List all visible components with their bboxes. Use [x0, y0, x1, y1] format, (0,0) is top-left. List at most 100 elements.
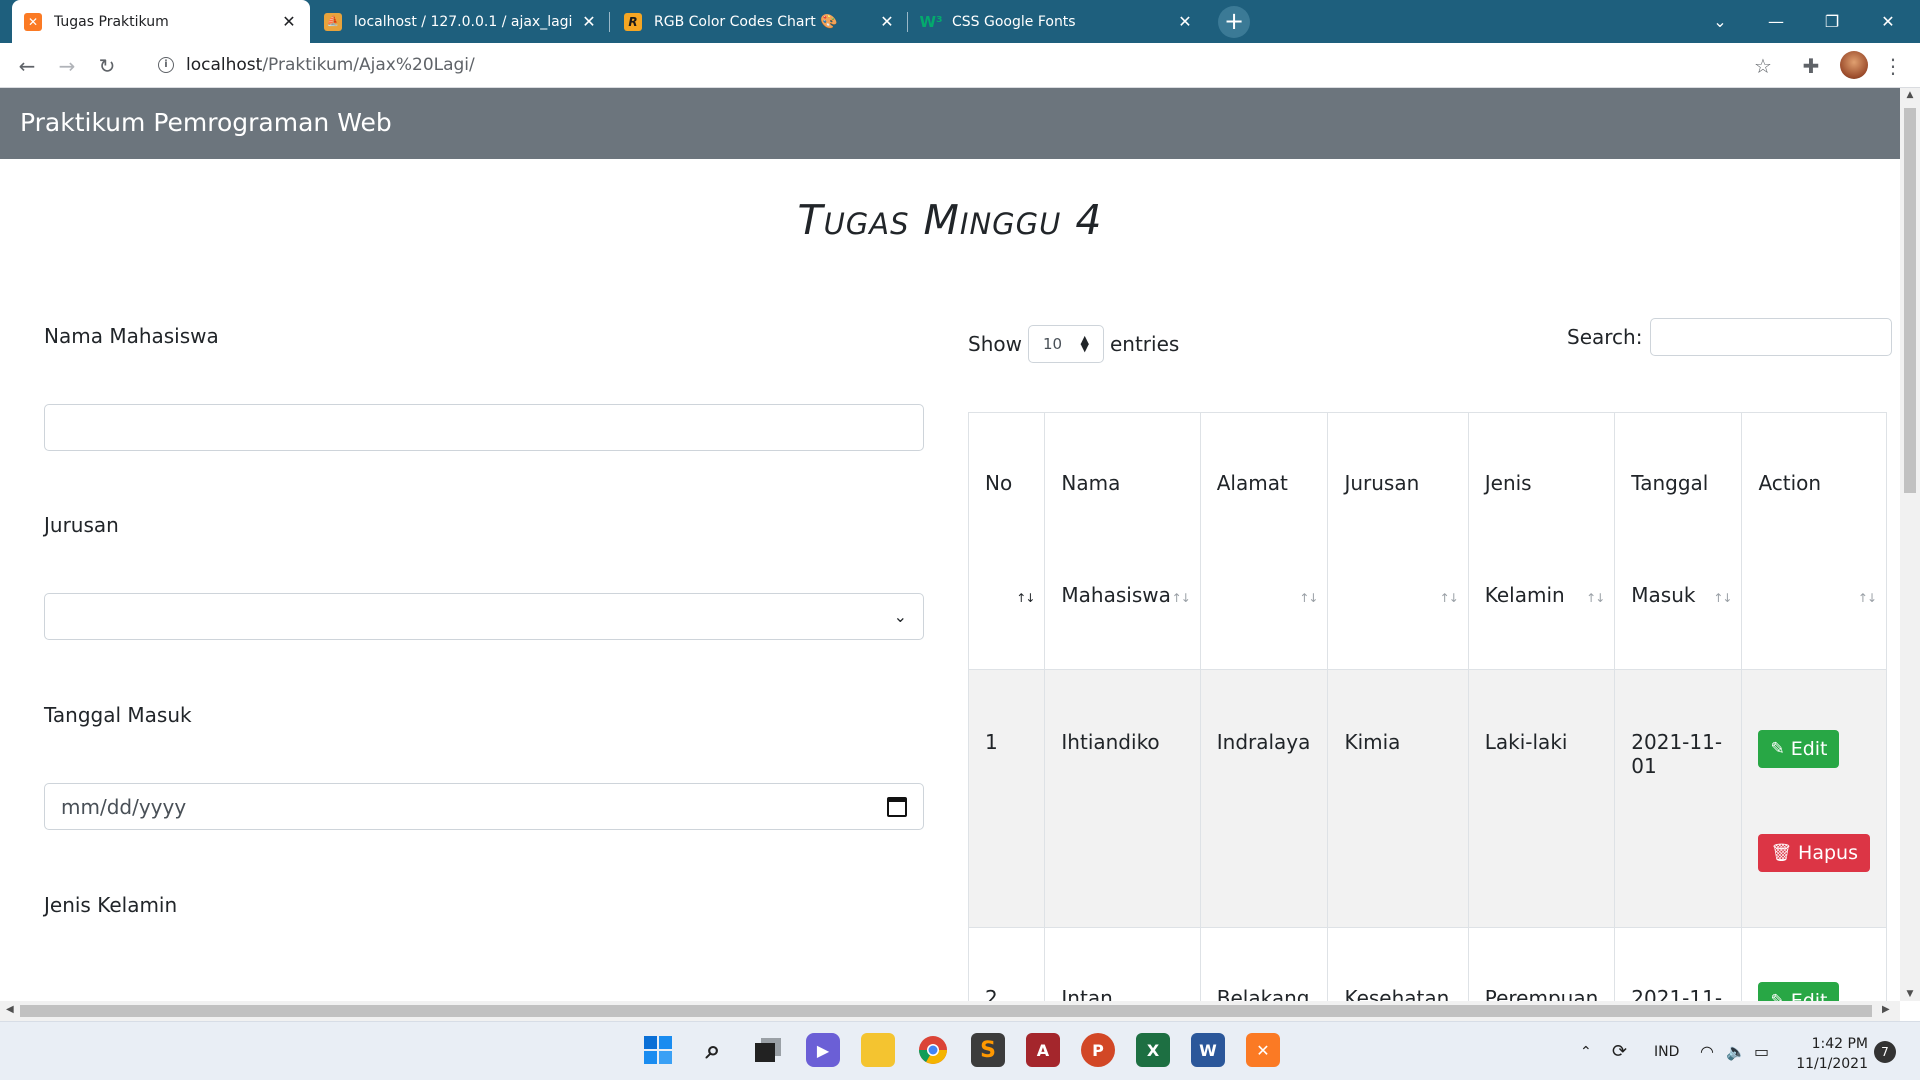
header-jurusan[interactable]: Jurusan ↑↓ [1327, 412, 1469, 670]
horizontal-scroll-thumb[interactable] [20, 1005, 1872, 1017]
header-label: Action [1758, 471, 1822, 495]
browser-tab-strip: ✕ Tugas Praktikum ✕ ⛵ localhost / 127.0.… [0, 0, 1920, 43]
scroll-up-icon[interactable]: ▲ [1904, 90, 1916, 100]
sync-icon[interactable]: ⟳ [1612, 1022, 1627, 1080]
address-bar[interactable]: i localhost/Praktikum/Ajax%20Lagi/ [142, 48, 1762, 82]
clock[interactable]: 1:42 PM 11/1/2021 [1788, 1034, 1868, 1074]
forward-icon[interactable]: → [52, 51, 82, 81]
chrome-icon[interactable] [916, 1033, 950, 1067]
jurusan-select[interactable]: ⌄ [44, 593, 924, 640]
close-tab-icon[interactable]: ✕ [878, 12, 896, 31]
sort-icon: ↑↓ [1857, 591, 1877, 605]
header-no[interactable]: No ↑↓ [967, 412, 1046, 670]
edit-label: Edit [1790, 738, 1828, 760]
battery-icon[interactable]: ▭ [1754, 1022, 1769, 1080]
cell-alamat: Belakang [1199, 927, 1329, 1001]
teams-chat-icon[interactable]: ▶ [806, 1033, 840, 1067]
sort-icon: ↑↓ [1586, 591, 1605, 605]
tab-rgb-color-codes[interactable]: R RGB Color Codes Chart 🎨 ✕ [612, 0, 908, 43]
menu-kebab-icon[interactable]: ⋮ [1880, 53, 1906, 79]
cell-action: ✎ Edit [1741, 927, 1887, 1001]
reload-icon[interactable]: ↻ [92, 51, 122, 81]
xampp-icon[interactable]: ✕ [1246, 1033, 1280, 1067]
cell-jenis-kelamin: Laki-laki [1467, 669, 1616, 928]
excel-icon[interactable]: X [1136, 1033, 1170, 1067]
word-icon[interactable]: W [1191, 1033, 1225, 1067]
scroll-right-icon[interactable]: ▶ [1882, 1004, 1890, 1015]
powerpoint-icon[interactable]: P [1081, 1033, 1115, 1067]
search-icon[interactable]: ⌕ [696, 1033, 730, 1067]
table-header-row: No ↑↓ Nama Mahasiswa ↑↓ Alamat ↑↓ Jurusan ↑↓ … [967, 412, 1887, 670]
sort-icon: ↑↓ [1299, 591, 1318, 605]
nama-mahasiswa-input[interactable] [44, 404, 924, 451]
tanggal-masuk-label: Tanggal Masuk [44, 703, 192, 727]
windows-start-icon[interactable] [641, 1033, 675, 1067]
cell-jenis-kelamin: Perempuan [1467, 927, 1616, 1001]
access-icon[interactable]: A [1026, 1033, 1060, 1067]
cell-jurusan: Kimia [1327, 669, 1469, 928]
clock-date: 11/1/2021 [1796, 1056, 1868, 1072]
volume-icon[interactable]: 🔈 [1726, 1022, 1746, 1080]
back-icon[interactable]: ← [12, 51, 42, 81]
edit-icon: ✎ [1770, 739, 1785, 759]
tab-search-chevron-icon[interactable]: ⌄ [1692, 0, 1748, 43]
windows-taskbar: ⌕ ▶ S A P X W ✕ ⌃ ⟳ IND ◠ 🔈 ▭ 1:42 PM 11… [0, 1021, 1920, 1080]
tab-css-google-fonts[interactable]: W³ CSS Google Fonts ✕ [910, 0, 1206, 43]
entries-length-select[interactable]: 10 ▲ ▼ [1027, 325, 1104, 363]
close-tab-icon[interactable]: ✕ [280, 12, 298, 31]
search-input[interactable] [1650, 318, 1893, 356]
wifi-icon[interactable]: ◠ [1700, 1022, 1714, 1080]
close-tab-icon[interactable]: ✕ [580, 12, 598, 31]
header-label-2: Mahasiswa [1061, 583, 1171, 607]
profile-avatar[interactable] [1840, 51, 1868, 79]
w3schools-icon: W³ [919, 12, 943, 31]
restore-icon[interactable]: ❐ [1804, 0, 1860, 43]
calendar-icon[interactable] [887, 796, 907, 817]
edit-icon: ✎ [1770, 991, 1785, 1001]
site-info-icon[interactable]: i [158, 57, 174, 73]
header-nama[interactable]: Nama Mahasiswa ↑↓ [1044, 412, 1201, 670]
page-title: Tugas Minggu 4 [797, 196, 1103, 244]
vertical-scroll-thumb[interactable] [1904, 108, 1916, 493]
edit-button[interactable]: ✎ Edit [1758, 982, 1840, 1001]
bookmark-star-icon[interactable]: ☆ [1750, 53, 1776, 79]
header-label: Jurusan [1344, 471, 1420, 495]
minimize-icon[interactable]: — [1748, 0, 1804, 43]
edit-button[interactable]: ✎ Edit [1758, 730, 1840, 768]
file-explorer-icon[interactable] [861, 1033, 895, 1067]
task-view-icon[interactable] [751, 1033, 785, 1067]
scroll-left-icon[interactable]: ◀ [6, 1004, 14, 1015]
header-jenis-kelamin[interactable]: Jenis Kelamin ↑↓ [1467, 412, 1616, 670]
navbar: Praktikum Pemrograman Web [0, 88, 1900, 159]
new-tab-button[interactable]: + [1218, 6, 1250, 38]
navbar-brand[interactable]: Praktikum Pemrograman Web [20, 108, 392, 137]
clock-time: 1:42 PM [1811, 1036, 1868, 1052]
header-action[interactable]: Action ↑↓ [1741, 412, 1887, 670]
mahasiswa-table: No ↑↓ Nama Mahasiswa ↑↓ Alamat ↑↓ Jurusan ↑↓ … [967, 412, 1887, 1001]
url-path: /Praktikum/Ajax%20Lagi/ [262, 55, 475, 75]
notification-badge[interactable]: 7 [1874, 1041, 1896, 1063]
tray-overflow-icon[interactable]: ⌃ [1580, 1022, 1592, 1080]
cell-tanggal: 2021-11-01 [1614, 927, 1743, 1001]
extensions-puzzle-icon[interactable]: ✚ [1798, 53, 1824, 79]
table-row: 2 Intan Belakang Kesehatan Perempuan 202… [967, 927, 1887, 1001]
tab-tugas-praktikum[interactable]: ✕ Tugas Praktikum ✕ [12, 0, 310, 43]
lang-label: IND [1654, 1043, 1680, 1060]
tab-phpmyadmin[interactable]: ⛵ localhost / 127.0.0.1 / ajax_lagi / t … [312, 0, 610, 43]
scroll-down-icon[interactable]: ▼ [1904, 989, 1916, 999]
jenis-kelamin-label: Jenis Kelamin [44, 893, 178, 917]
language-indicator[interactable]: IND [1654, 1022, 1679, 1080]
cell-tanggal: 2021-11-01 [1614, 669, 1743, 928]
header-tanggal-masuk[interactable]: Tanggal Masuk ↑↓ [1614, 412, 1743, 670]
datatable-length: Show 10 ▲ ▼ entries [968, 325, 1179, 363]
entries-label: entries [1109, 332, 1180, 356]
close-tab-icon[interactable]: ✕ [1176, 12, 1194, 31]
vertical-scrollbar[interactable]: ▲ ▼ [1900, 88, 1920, 1001]
select-arrows-icon: ▲ ▼ [1080, 333, 1089, 354]
hapus-button[interactable]: 🗑 Hapus [1758, 834, 1870, 872]
sublime-text-icon[interactable]: S [971, 1033, 1005, 1067]
tanggal-masuk-input[interactable]: mm/dd/yyyy [44, 783, 924, 830]
horizontal-scrollbar[interactable]: ◀ ▶ [0, 1001, 1900, 1021]
header-alamat[interactable]: Alamat ↑↓ [1199, 412, 1329, 670]
close-window-icon[interactable]: ✕ [1860, 0, 1916, 43]
